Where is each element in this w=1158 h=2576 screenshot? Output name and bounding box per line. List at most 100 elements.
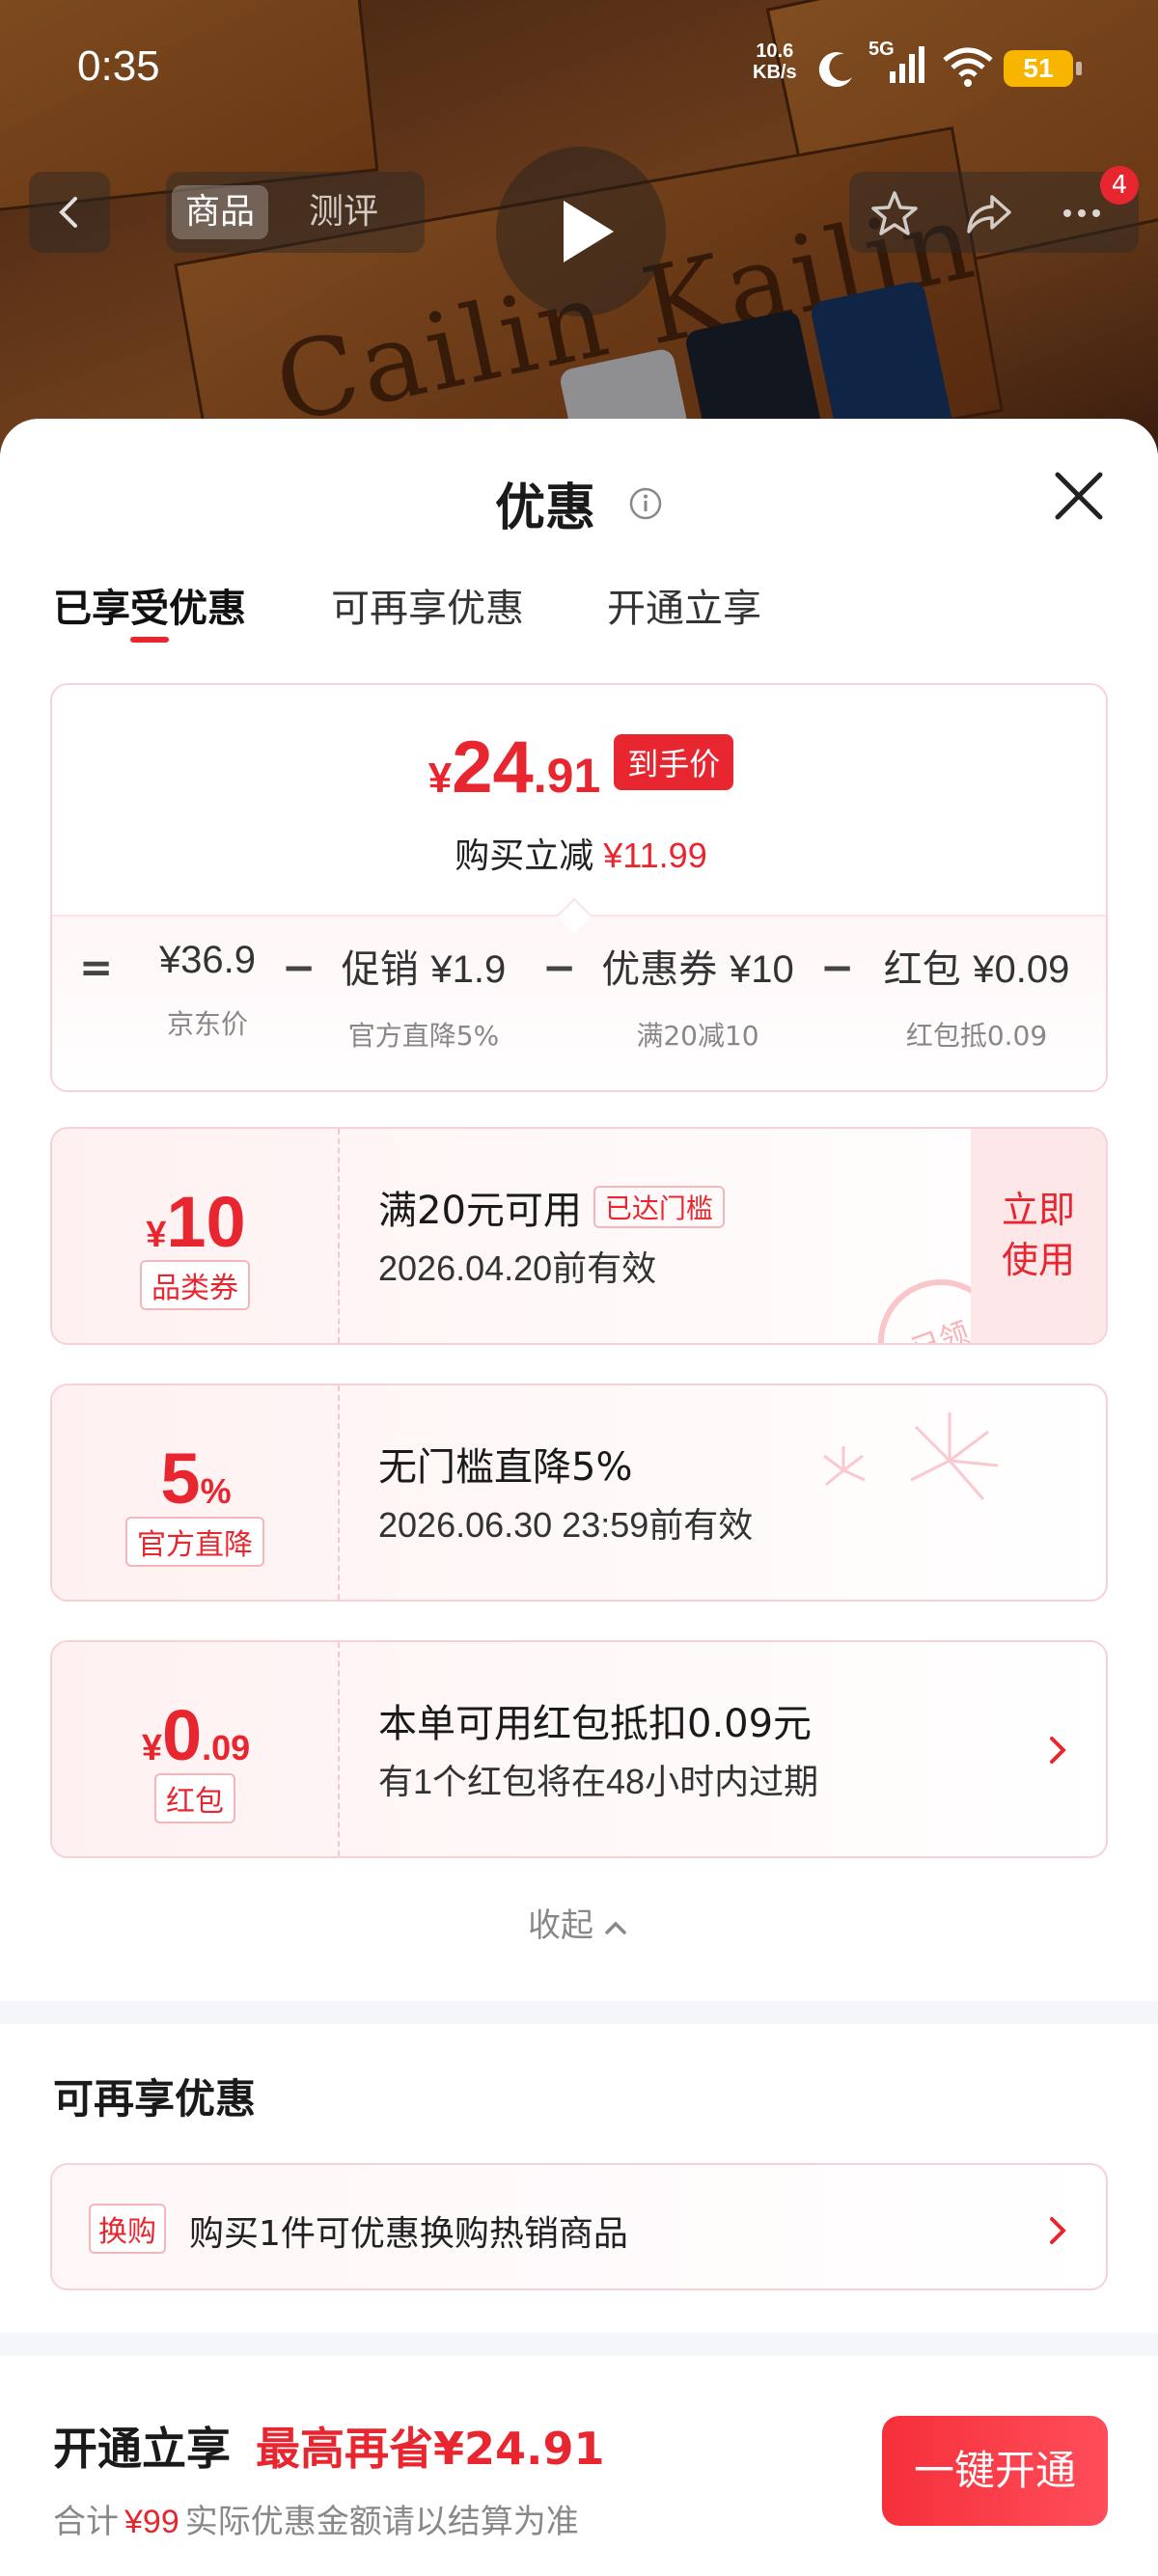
coupon-value: 5 xyxy=(160,1439,201,1519)
collapse-button[interactable]: 收起 xyxy=(0,1899,1158,1946)
coupon-type-label: 官方直降 xyxy=(125,1517,264,1567)
breakdown-sub: 官方直降5% xyxy=(347,1020,500,1052)
red-packet-card[interactable]: ¥0.09 红包 本单可用红包抵扣0.09元 有1个红包将在48小时内过期 xyxy=(50,1640,1108,1858)
breakdown-value: ¥10 xyxy=(729,948,794,991)
collapse-label: 收起 xyxy=(528,1906,593,1945)
open-title: 开通立享 最高再省¥24.91 xyxy=(53,2414,605,2478)
coupon-type-label: 品类券 xyxy=(140,1260,250,1310)
coupon-title: 无门槛直降5% xyxy=(378,1445,633,1490)
moon-icon xyxy=(818,52,852,88)
tab-review[interactable]: 测评 xyxy=(295,185,392,239)
more-discounts-title: 可再享优惠 xyxy=(53,2075,257,2123)
one-click-open-button[interactable]: 一键开通 xyxy=(882,2416,1108,2526)
status-bar: 0:35 10.6 KB/s 5G 51 xyxy=(0,0,1158,145)
sheet-title-row: 优惠 xyxy=(0,467,1158,539)
product-top-nav: 商品 测评 4 xyxy=(0,164,1158,260)
chevron-right-icon[interactable] xyxy=(1044,1729,1071,1771)
tab-more-discounts[interactable]: 可再享优惠 xyxy=(331,577,524,633)
savings-amount: ¥11.99 xyxy=(603,836,707,875)
coupon-validity: 2026.06.30 23:59前有效 xyxy=(378,1505,754,1545)
coupon-validity: 2026.04.20前有效 xyxy=(378,1248,657,1288)
coupon-currency: ¥ xyxy=(146,1215,167,1255)
coupon-decimal: .09 xyxy=(202,1728,251,1768)
coupon-currency: ¥ xyxy=(141,1728,162,1768)
breakdown-sub: 满20减10 xyxy=(636,1020,759,1052)
status-net-speed: 10.6 KB/s xyxy=(753,41,797,83)
coupon-amount: ¥10 xyxy=(52,1181,340,1263)
use-now-button[interactable]: 立即 使用 xyxy=(971,1129,1106,1343)
coupon-value: 0 xyxy=(161,1695,203,1775)
tab-enjoyed[interactable]: 已享受优惠 xyxy=(53,577,246,633)
coupon-value: 10 xyxy=(166,1182,246,1262)
sheet-title: 优惠 xyxy=(494,480,595,537)
breakdown-item: 优惠券 ¥10 满20减10 xyxy=(598,938,797,1054)
coupon-amount: ¥0.09 xyxy=(52,1694,340,1776)
active-tab-indicator xyxy=(130,637,169,643)
breakdown-value: ¥0.09 xyxy=(973,948,1070,991)
swap-text: 购买1件可优惠换购热销商品 xyxy=(189,2214,628,2254)
coupon-type-label: 红包 xyxy=(154,1773,235,1823)
breakdown-sub: 京东价 xyxy=(166,1008,248,1040)
breakdown-operator: = xyxy=(79,944,114,991)
price-decimal: .91 xyxy=(533,749,601,803)
back-icon xyxy=(59,197,77,228)
coupon-amount: 5% xyxy=(52,1438,340,1520)
chevron-up-icon xyxy=(605,1921,626,1934)
share-icon[interactable] xyxy=(963,187,1015,239)
breakdown-item: ¥36.9 京东价 xyxy=(135,938,280,1042)
max-savings: 最高再省¥24.91 xyxy=(256,2423,605,2475)
back-button[interactable] xyxy=(29,172,110,253)
section-divider xyxy=(0,2001,1158,2024)
savings-label: 购买立减 xyxy=(455,836,594,876)
breakdown-label: 促销 xyxy=(341,947,419,992)
final-price: ¥24.91 xyxy=(428,726,601,808)
settlement-note: 实际优惠金额请以结算为准 xyxy=(184,2503,579,2541)
swap-tag: 换购 xyxy=(89,2204,166,2254)
total-label: 合计 xyxy=(53,2503,119,2541)
breakdown-label: 红包 xyxy=(883,947,961,992)
more-badge: 4 xyxy=(1100,166,1139,205)
breakdown-value: ¥1.9 xyxy=(430,948,507,991)
breakdown-item: 促销 ¥1.9 官方直降5% xyxy=(332,938,515,1054)
use-now-label-line1: 立即 xyxy=(1001,1189,1075,1231)
open-membership-row: 开通立享 最高再省¥24.91 合计 ¥99 实际优惠金额请以结算为准 一键开通 xyxy=(0,2358,1158,2576)
open-subtitle: 合计 ¥99 实际优惠金额请以结算为准 xyxy=(53,2495,579,2542)
breakdown-operator: − xyxy=(820,944,855,991)
coupon-note: 有1个红包将在48小时内过期 xyxy=(378,1762,819,1801)
tab-product[interactable]: 商品 xyxy=(172,185,269,239)
product-actions xyxy=(849,172,1139,253)
category-coupon-card[interactable]: ¥10 品类券 满20元可用 已达门槛 2026.04.20前有效 已领 立即 使… xyxy=(50,1127,1108,1345)
coupon-condition: 满20元可用 已达门槛 xyxy=(378,1179,725,1235)
coupon-title: 本单可用红包抵扣0.09元 xyxy=(378,1702,813,1746)
breakdown-sub: 红包抵0.09 xyxy=(905,1020,1048,1052)
coupon-unit: % xyxy=(200,1471,232,1511)
open-title-label: 开通立享 xyxy=(53,2423,231,2475)
info-icon[interactable] xyxy=(628,486,663,521)
close-icon[interactable] xyxy=(1052,469,1106,523)
more-icon[interactable] xyxy=(1056,187,1108,239)
price-integer: 24 xyxy=(452,726,534,808)
total-amount: ¥99 xyxy=(124,2504,179,2540)
savings-row: 购买立减 ¥11.99 xyxy=(52,828,1106,878)
section-divider xyxy=(0,2333,1158,2356)
price-breakdown: = ¥36.9 京东价 − 促销 ¥1.9 官方直降5% − 优惠券 ¥10 满… xyxy=(52,938,1106,1073)
coupon-amount-panel: ¥0.09 红包 xyxy=(52,1642,340,1856)
tab-open-enjoy[interactable]: 开通立享 xyxy=(607,577,761,633)
wifi-icon xyxy=(943,47,993,87)
coupon-title: 满20元可用 xyxy=(378,1189,582,1233)
net-speed-unit: KB/s xyxy=(753,62,797,83)
swap-purchase-item[interactable]: 换购 购买1件可优惠换购热销商品 xyxy=(50,2163,1108,2290)
fireworks-decoration xyxy=(823,1412,999,1500)
coupon-amount-panel: ¥10 品类券 xyxy=(52,1129,340,1343)
price-currency: ¥ xyxy=(427,754,453,802)
breakdown-operator: − xyxy=(282,944,317,991)
breakdown-label: 优惠券 xyxy=(601,947,718,992)
discount-sheet: 优惠 已享受优惠 可再享优惠 开通立享 ¥24.91 到手价 购买立减 ¥11.99… xyxy=(0,419,1158,2576)
star-icon[interactable] xyxy=(868,187,921,239)
net-speed-value: 10.6 xyxy=(756,41,794,62)
chevron-right-icon xyxy=(1050,2217,1066,2244)
final-price-row: ¥24.91 到手价 xyxy=(52,726,1106,809)
use-now-label-line2: 使用 xyxy=(1001,1239,1075,1281)
official-discount-card[interactable]: 5% 官方直降 无门槛直降5% 2026.06.30 23:59前有效 xyxy=(50,1384,1108,1602)
coupon-amount-panel: 5% 官方直降 xyxy=(52,1385,340,1600)
